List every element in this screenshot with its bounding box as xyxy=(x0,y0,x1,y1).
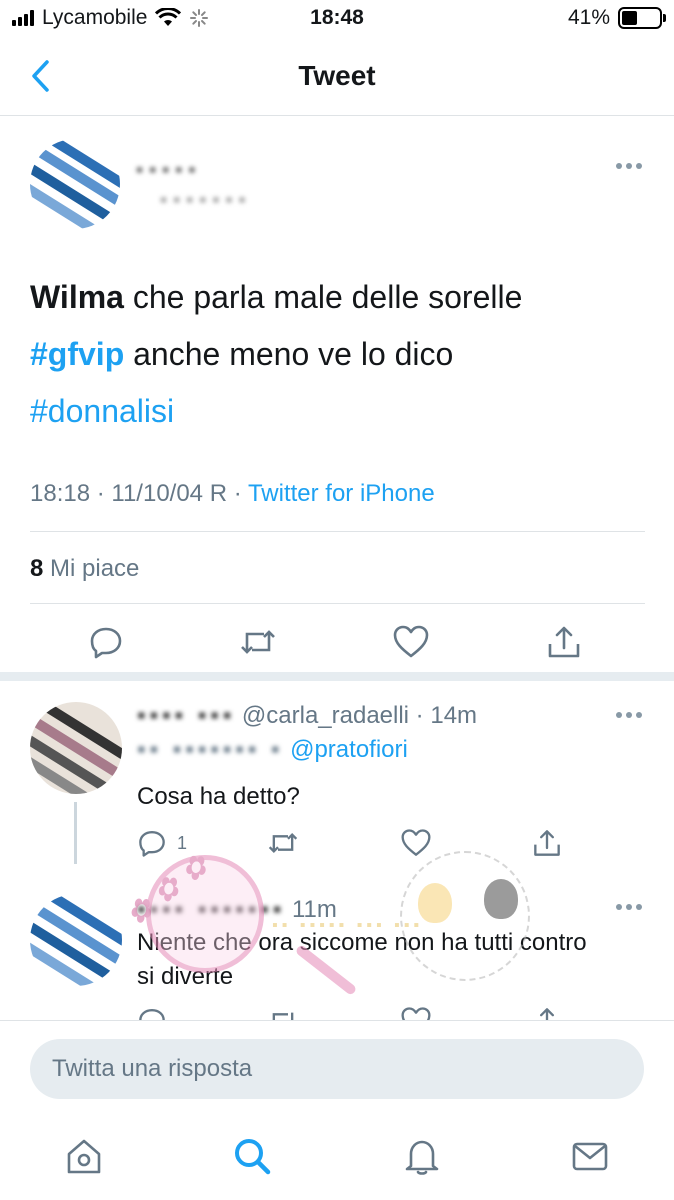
divider xyxy=(30,603,645,604)
watermark-logo: ✿ ✿ ✿ ▪▪ ▪▪▪▪▪ ▪▪▪ ▪▪▪ xyxy=(100,845,540,1015)
watermark-magnifier-handle xyxy=(294,943,358,997)
watermark-character-icon xyxy=(484,879,518,919)
status-bar: Lycamobile 18:48 41% xyxy=(0,0,674,38)
reply-to-label-redacted: ▪▪ ▪▪▪▪▪▪▪ ▪ xyxy=(137,736,284,763)
like-button[interactable] xyxy=(391,622,431,662)
reply-avatar[interactable] xyxy=(30,702,122,794)
tweet-text-bold: Wilma xyxy=(30,279,124,315)
thread-line xyxy=(74,802,77,864)
messages-icon xyxy=(572,1142,608,1171)
tweet-source[interactable]: Twitter for iPhone xyxy=(248,480,435,507)
page-title: Tweet xyxy=(298,60,376,91)
main-tweet: ▪▪▪▪▪ ▪▪▪▪▪▪▪ Wilma che parla male delle… xyxy=(0,117,674,681)
notifications-icon xyxy=(405,1140,439,1175)
reply-header: ▪▪▪▪ ▪▪▪ @carla_radaelli · 14m xyxy=(137,702,477,730)
retweet-icon xyxy=(241,630,275,654)
heart-icon xyxy=(393,625,429,658)
tweet-text-line2: anche meno ve lo dico xyxy=(124,336,454,372)
battery-icon xyxy=(618,7,666,29)
status-bar-right: 41% xyxy=(567,6,666,30)
reply-to-mention[interactable]: @pratofiori xyxy=(290,736,408,763)
share-button[interactable] xyxy=(544,622,584,662)
reply-handle[interactable]: @carla_radaelli xyxy=(242,702,409,729)
reply-text: Cosa ha detto? xyxy=(137,783,300,810)
hashtag-donnalisi[interactable]: #donnalisi xyxy=(30,393,174,429)
author-name-redacted[interactable]: ▪▪▪▪▪ xyxy=(136,159,201,182)
reply-time: 14m xyxy=(430,702,478,729)
likes-label: Mi piace xyxy=(43,555,140,582)
more-options-icon[interactable] xyxy=(616,904,646,914)
tweet-meta: 18:18 · 11/10/04 R · Twitter for iPhone xyxy=(30,480,435,508)
more-options-icon[interactable] xyxy=(616,163,646,173)
tab-messages[interactable] xyxy=(568,1134,612,1178)
meta-separator: · xyxy=(227,480,248,507)
watermark-character-icon xyxy=(418,883,452,923)
tab-notifications[interactable] xyxy=(400,1134,444,1178)
tweet-text-line1: che parla male delle sorelle xyxy=(123,279,523,315)
tweet-timestamp: 18:18 · 11/10/04 R xyxy=(30,480,228,507)
reply-composer xyxy=(0,1020,674,1120)
more-options-icon[interactable] xyxy=(616,712,646,722)
share-icon xyxy=(548,626,580,658)
reply-to-line: ▪▪ ▪▪▪▪▪▪▪ ▪ @pratofiori xyxy=(137,736,408,764)
search-icon xyxy=(235,1139,271,1175)
reply-time-separator: · xyxy=(409,702,431,729)
tweet-text: Wilma che parla male delle sorelle #gfvi… xyxy=(30,269,630,440)
retweet-button[interactable] xyxy=(238,622,278,662)
reply-item[interactable]: ▪▪▪▪ ▪▪▪ @carla_radaelli · 14m ▪▪ ▪▪▪▪▪▪… xyxy=(0,690,674,870)
reply-input[interactable] xyxy=(30,1039,644,1099)
tab-search[interactable] xyxy=(230,1134,274,1178)
home-icon xyxy=(67,1139,101,1174)
nav-bar: Tweet xyxy=(0,38,674,116)
likes-summary[interactable]: 8 Mi piace xyxy=(30,555,139,583)
reply-name-redacted[interactable]: ▪▪▪▪ ▪▪▪ xyxy=(137,702,235,729)
battery-level xyxy=(622,11,637,25)
reply-button[interactable] xyxy=(86,622,126,662)
author-handle-redacted: ▪▪▪▪▪▪▪ xyxy=(160,189,252,211)
reply-icon xyxy=(90,627,122,659)
battery-percent: 41% xyxy=(567,6,610,29)
tab-bar xyxy=(0,1120,674,1200)
watermark-text: ▪▪ ▪▪▪▪▪ ▪▪▪ ▪▪▪ xyxy=(272,917,424,934)
divider xyxy=(30,531,645,532)
likes-count: 8 xyxy=(30,555,44,582)
hashtag-gfvip[interactable]: #gfvip xyxy=(30,336,124,372)
tab-home[interactable] xyxy=(62,1134,106,1178)
author-avatar[interactable] xyxy=(30,139,120,229)
